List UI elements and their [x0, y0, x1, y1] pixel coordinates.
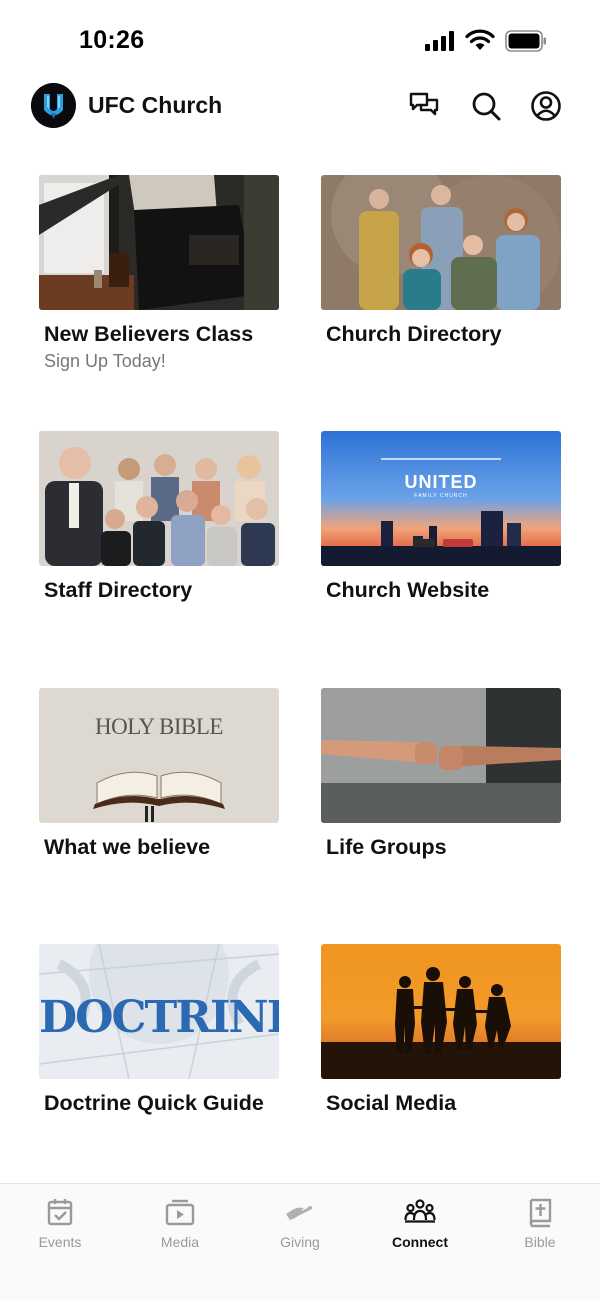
card-what-we-believe[interactable]: HOLY BIBLE What we believe	[39, 688, 279, 860]
card-subtitle: Sign Up Today!	[44, 351, 166, 371]
life-groups-image	[321, 688, 561, 823]
card-doctrine-quick-guide[interactable]: DOCTRINE Doctrine Quick Guide	[39, 944, 279, 1116]
card-title: Life Groups	[326, 835, 447, 859]
card-title: Social Media	[326, 1091, 457, 1115]
tab-bible[interactable]: Bible	[480, 1184, 600, 1264]
card-church-website[interactable]: UNITED FAMILY CHURCH Church Website	[321, 431, 561, 603]
card-life-groups[interactable]: Life Groups	[321, 688, 561, 860]
app-title: UFC Church	[88, 92, 223, 118]
church-logo[interactable]	[31, 83, 76, 128]
holy-bible-text: HOLY BIBLE	[95, 714, 223, 739]
cellular-signal-icon	[425, 31, 454, 51]
what-we-believe-image: HOLY BIBLE	[39, 688, 279, 823]
card-title: What we believe	[44, 835, 211, 859]
chat-icon[interactable]	[408, 90, 440, 122]
card-title: Church Directory	[326, 322, 502, 346]
card-church-directory[interactable]: Church Directory	[321, 175, 561, 347]
tab-connect[interactable]: Connect	[360, 1184, 480, 1264]
calendar-check-icon	[47, 1199, 73, 1226]
tab-media[interactable]: Media	[120, 1184, 240, 1264]
staff-directory-image	[39, 431, 279, 566]
card-social-media[interactable]: Social Media	[321, 944, 561, 1116]
card-title: Doctrine Quick Guide	[44, 1091, 264, 1115]
church-directory-image	[321, 175, 561, 310]
card-staff-directory[interactable]: Staff Directory	[39, 431, 279, 603]
wifi-icon	[465, 29, 495, 50]
doctrine-quick-guide-image: DOCTRINE	[39, 944, 279, 1079]
battery-icon	[505, 30, 546, 52]
tab-label: Events	[38, 1234, 82, 1250]
card-title: Church Website	[326, 578, 490, 602]
card-title: New Believers Class	[44, 322, 254, 346]
people-group-icon	[404, 1199, 436, 1223]
website-wordmark-sub: FAMILY CHURCH	[414, 493, 468, 499]
tab-label: Connect	[392, 1234, 448, 1250]
tab-label: Media	[160, 1234, 200, 1250]
tab-giving[interactable]: Giving	[240, 1184, 360, 1264]
tab-events[interactable]: Events	[0, 1184, 120, 1264]
doctrine-wordmark: DOCTRINE	[39, 992, 279, 1043]
tab-bar: Events Media Giving Connect Bible	[0, 1183, 600, 1300]
new-believers-class-image	[39, 175, 279, 310]
website-wordmark: UNITED	[404, 472, 478, 492]
search-icon[interactable]	[470, 90, 502, 122]
status-time: 10:26	[79, 26, 145, 54]
app-header: UFC Church	[0, 82, 600, 132]
tab-label: Bible	[524, 1234, 556, 1250]
play-stack-icon	[165, 1199, 195, 1226]
hand-giving-icon	[286, 1206, 313, 1220]
card-new-believers-class[interactable]: New Believers Class Sign Up Today!	[39, 175, 279, 372]
social-media-image	[321, 944, 561, 1079]
tab-label: Giving	[280, 1234, 320, 1250]
status-bar: 10:26	[0, 0, 600, 82]
bible-cross-icon	[529, 1198, 552, 1228]
card-title: Staff Directory	[44, 578, 193, 602]
profile-icon[interactable]	[530, 90, 562, 122]
church-website-image: UNITED FAMILY CHURCH	[321, 431, 561, 566]
